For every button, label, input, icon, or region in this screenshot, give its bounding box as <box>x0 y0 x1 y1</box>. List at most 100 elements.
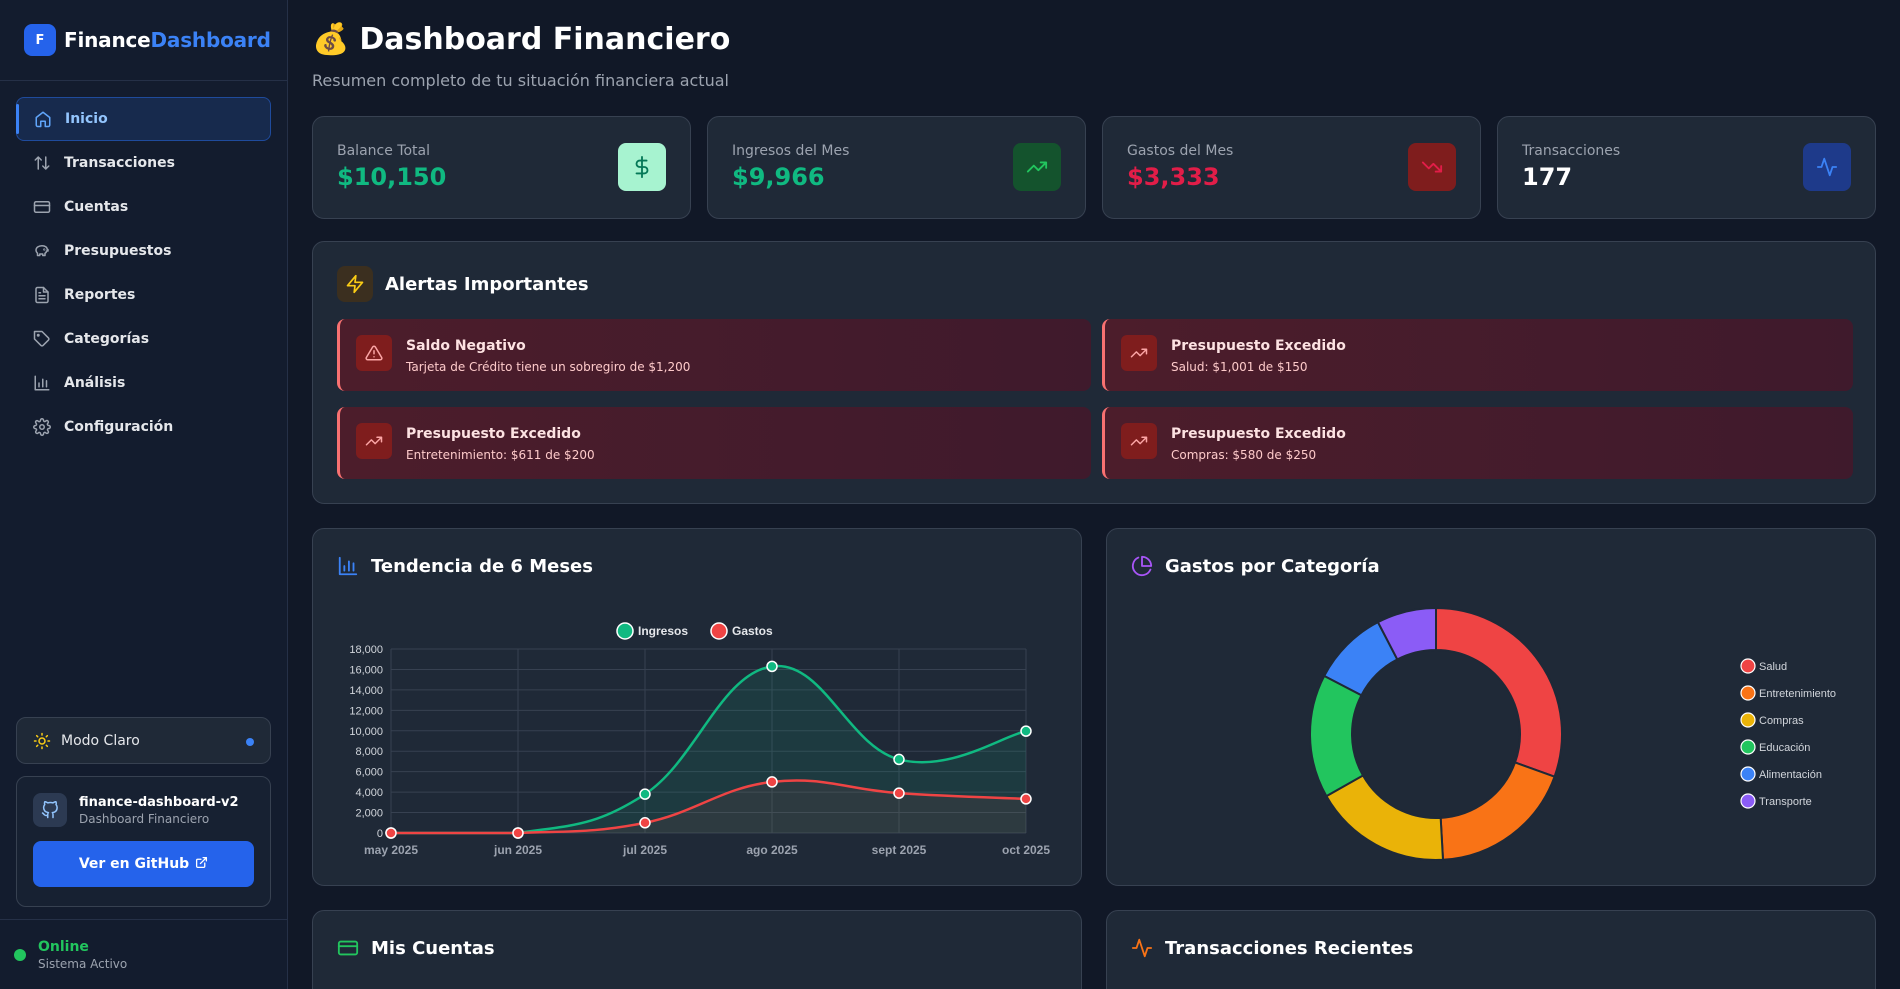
theme-toggle-label: Modo Claro <box>61 732 140 749</box>
status-label: Online <box>38 938 89 955</box>
file-text-icon <box>32 285 52 305</box>
alerts-panel: Alertas Importantes Saldo Negativo Tarje… <box>312 241 1876 504</box>
legend-swatch <box>1740 793 1756 809</box>
arrows-up-down-icon <box>32 153 52 173</box>
trend-panel: Tendencia de 6 Meses 0 2,000 4,000 6,000 8,0… <box>312 528 1082 886</box>
legend-swatch <box>1740 712 1756 728</box>
data-point <box>766 776 778 788</box>
sidebar-nav: Inicio Transacciones Cuentas Presupuesto… <box>0 81 287 449</box>
stat-label: Transacciones <box>1522 143 1621 159</box>
page-title: 💰 Dashboard Financiero <box>312 22 730 57</box>
theme-toggle-button[interactable]: Modo Claro <box>16 717 271 764</box>
data-point <box>639 817 651 829</box>
stat-card-balance: Balance Total $10,150 <box>312 116 691 219</box>
sidebar-item-label: Categorías <box>64 331 150 347</box>
piggy-bank-icon <box>32 241 52 261</box>
legend-swatch <box>1740 685 1756 701</box>
legend-swatch <box>710 622 728 640</box>
sidebar-item-categorias[interactable]: Categorías <box>16 317 271 361</box>
alert-card[interactable]: Presupuesto Excedido Compras: $580 de $2… <box>1102 407 1853 479</box>
alert-text: Entretenimiento: $611 de $200 <box>406 448 595 462</box>
alert-card[interactable]: Saldo Negativo Tarjeta de Crédito tiene … <box>337 319 1091 391</box>
gear-icon <box>32 417 52 437</box>
stat-value: $3,333 <box>1127 163 1220 191</box>
sidebar-item-reportes[interactable]: Reportes <box>16 273 271 317</box>
donut-slice <box>1439 761 1556 861</box>
stat-card-expenses: Gastos del Mes $3,333 <box>1102 116 1481 219</box>
legend-swatch <box>1740 766 1756 782</box>
stat-value: $10,150 <box>337 163 447 191</box>
alert-title: Saldo Negativo <box>406 338 526 354</box>
sidebar-item-label: Cuentas <box>64 199 129 215</box>
sidebar-item-configuracion[interactable]: Configuración <box>16 405 271 449</box>
alert-text: Tarjeta de Crédito tiene un sobregiro de… <box>406 360 691 374</box>
page-subtitle: Resumen completo de tu situación financi… <box>312 71 729 90</box>
trending-down-icon <box>1408 143 1456 191</box>
recent-title-text: Transacciones Recientes <box>1165 937 1414 959</box>
alert-title: Presupuesto Excedido <box>1171 338 1346 354</box>
sidebar-item-inicio[interactable]: Inicio <box>16 97 271 141</box>
brand[interactable]: F FinanceDashboard <box>0 0 287 81</box>
trending-up-icon <box>1121 423 1157 459</box>
activity-icon <box>1131 937 1153 959</box>
data-point <box>1020 725 1032 737</box>
alert-card[interactable]: Presupuesto Excedido Entretenimiento: $6… <box>337 407 1091 479</box>
github-button-label: Ver en GitHub <box>78 856 190 872</box>
data-point <box>893 753 905 766</box>
data-point <box>1020 793 1032 805</box>
brand-name-part2: Dashboard <box>150 28 271 52</box>
repo-subtitle: Dashboard Financiero <box>79 811 210 826</box>
stat-value: $9,966 <box>732 163 825 191</box>
legend-label: Ingresos <box>638 624 688 638</box>
accounts-title: Mis Cuentas <box>337 937 495 959</box>
github-icon <box>33 793 67 827</box>
external-link-icon <box>195 856 208 873</box>
legend-label: Transporte <box>1759 796 1812 808</box>
sidebar-item-analisis[interactable]: Análisis <box>16 361 271 405</box>
stat-card-transactions: Transacciones 177 <box>1497 116 1876 219</box>
y-tick-label: 0 <box>377 828 383 840</box>
y-tick-label: 18,000 <box>349 644 383 656</box>
brand-name-part1: Finance <box>64 28 151 52</box>
y-tick-label: 8,000 <box>355 746 383 758</box>
page-title-text: Dashboard Financiero <box>359 22 731 57</box>
x-tick-label: jul 2025 <box>622 843 667 857</box>
legend-label: Entretenimiento <box>1759 688 1836 700</box>
sun-icon <box>33 732 51 750</box>
y-tick-label: 12,000 <box>349 705 383 717</box>
legend-label: Compras <box>1759 715 1804 727</box>
recent-title: Transacciones Recientes <box>1131 937 1413 959</box>
donut-panel: Gastos por Categoría Salud Entretenimient… <box>1106 528 1876 886</box>
data-point <box>639 788 651 800</box>
y-tick-label: 14,000 <box>349 685 383 697</box>
stat-value: 177 <box>1522 163 1573 191</box>
sidebar-item-label: Presupuestos <box>64 243 172 259</box>
sidebar-item-cuentas[interactable]: Cuentas <box>16 185 271 229</box>
credit-card-icon <box>32 197 52 217</box>
github-button[interactable]: Ver en GitHub <box>33 841 254 887</box>
sidebar-item-label: Transacciones <box>64 155 175 171</box>
trending-up-icon <box>1121 335 1157 371</box>
y-tick-label: 2,000 <box>355 808 383 820</box>
data-point <box>385 827 397 839</box>
sidebar-item-label: Inicio <box>65 111 108 127</box>
alerts-title: Alertas Importantes <box>337 266 589 302</box>
legend-label: Alimentación <box>1759 769 1822 781</box>
x-tick-label: jun 2025 <box>493 843 542 857</box>
dollar-icon <box>618 143 666 191</box>
data-point <box>766 660 778 673</box>
status-sub: Sistema Activo <box>38 956 128 971</box>
trend-line-chart: 0 2,000 4,000 6,000 8,000 10,000 12,000 14,000 1… <box>349 622 1050 857</box>
x-tick-label: oct 2025 <box>1002 843 1050 857</box>
tag-icon <box>32 329 52 349</box>
repo-card: finance-dashboard-v2 Dashboard Financier… <box>16 776 271 907</box>
lightning-icon <box>337 266 373 302</box>
accounts-panel: Mis Cuentas <box>312 910 1082 989</box>
legend-swatch <box>1740 658 1756 674</box>
alert-card[interactable]: Presupuesto Excedido Salud: $1,001 de $1… <box>1102 319 1853 391</box>
stat-card-income: Ingresos del Mes $9,966 <box>707 116 1086 219</box>
legend-label: Gastos <box>732 624 773 638</box>
sidebar-item-transacciones[interactable]: Transacciones <box>16 141 271 185</box>
alert-text: Salud: $1,001 de $150 <box>1171 360 1308 374</box>
sidebar-item-presupuestos[interactable]: Presupuestos <box>16 229 271 273</box>
